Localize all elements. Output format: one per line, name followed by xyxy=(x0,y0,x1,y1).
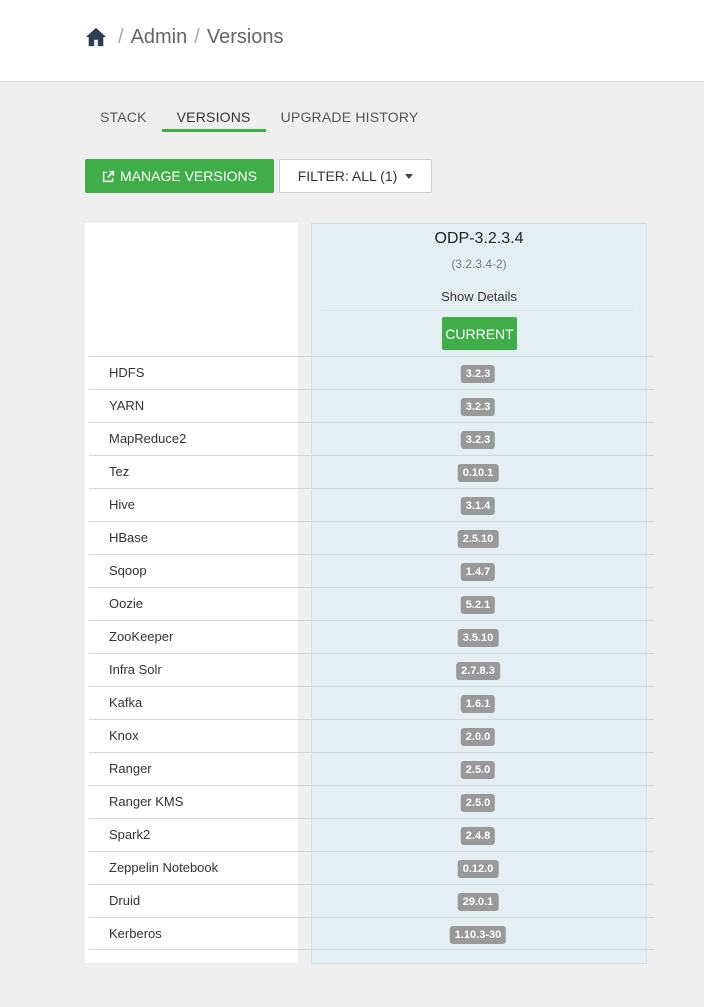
breadcrumb-admin[interactable]: Admin xyxy=(131,26,188,49)
service-name: Zeppelin Notebook xyxy=(109,860,219,875)
table-row: YARN 3.2.3 xyxy=(89,389,654,422)
table-row: Tez 0.10.1 xyxy=(89,455,654,488)
service-name: YARN xyxy=(109,398,145,413)
version-badge: 29.0.1 xyxy=(457,893,499,911)
breadcrumb-versions: Versions xyxy=(206,25,284,48)
table-row: Oozie 5.2.1 xyxy=(89,587,654,620)
version-name: ODP-3.2.3.4 xyxy=(434,230,524,247)
service-name: Ranger KMS xyxy=(109,794,184,809)
table-row: Spark2 2.4.8 xyxy=(89,818,654,851)
version-badge: 2.7.8.3 xyxy=(456,662,500,680)
manage-versions-label: MANAGE VERSIONS xyxy=(120,168,257,184)
table-row: Zeppelin Notebook 0.12.0 xyxy=(89,851,654,884)
version-badge: 2.4.8 xyxy=(460,827,496,845)
version-badge: 3.2.3 xyxy=(460,398,496,416)
version-build: (3.2.3.4-2) xyxy=(451,257,507,271)
filter-label: FILTER: ALL (1) xyxy=(297,168,398,184)
service-name: HDFS xyxy=(109,365,145,380)
table-row: HDFS 3.2.3 xyxy=(89,356,654,389)
table-row: HBase 2.5.10 xyxy=(89,521,654,554)
version-badge: 2.5.0 xyxy=(460,794,496,812)
version-badge: 1.10.3-30 xyxy=(449,926,507,944)
service-name: Druid xyxy=(109,893,141,908)
table-row: Kafka 1.6.1 xyxy=(89,686,654,719)
tab-bar: STACK VERSIONS UPGRADE HISTORY xyxy=(85,104,433,132)
service-name: Hive xyxy=(109,497,136,512)
service-name: Sqoop xyxy=(109,563,147,578)
service-name: HBase xyxy=(109,530,149,545)
external-link-icon xyxy=(102,170,115,182)
breadcrumb-separator: / xyxy=(118,25,124,48)
version-badge: 5.2.1 xyxy=(460,596,496,614)
table-row: Hive 3.1.4 xyxy=(89,488,654,521)
filter-dropdown[interactable]: FILTER: ALL (1) xyxy=(279,159,432,193)
version-badge: 0.12.0 xyxy=(457,860,499,878)
version-badge: 2.5.0 xyxy=(460,761,496,779)
service-name: Tez xyxy=(109,464,130,479)
breadcrumb-separator: / xyxy=(194,25,200,48)
service-name: Kafka xyxy=(109,695,143,710)
service-name: Kerberos xyxy=(109,926,162,941)
service-name: MapReduce2 xyxy=(109,431,187,446)
version-badge: 3.2.3 xyxy=(460,431,496,449)
service-table: HDFS 3.2.3 YARN 3.2.3 MapReduce2 3.2.3 Tez 0… xyxy=(89,356,654,950)
service-name: Knox xyxy=(109,728,139,743)
version-badge: 2.5.10 xyxy=(457,530,499,548)
table-row: ZooKeeper 3.5.10 xyxy=(89,620,654,653)
table-row: Infra Solr 2.7.8.3 xyxy=(89,653,654,686)
manage-versions-button[interactable]: MANAGE VERSIONS xyxy=(85,159,274,193)
table-row: MapReduce2 3.2.3 xyxy=(89,422,654,455)
divider xyxy=(324,310,634,311)
show-details-link[interactable]: Show Details xyxy=(312,289,646,304)
version-badge: 3.1.4 xyxy=(460,497,496,515)
table-row: Sqoop 1.4.7 xyxy=(89,554,654,587)
page-header: / Admin / Versions xyxy=(0,0,704,82)
tab-stack[interactable]: STACK xyxy=(85,104,162,132)
service-name: Infra Solr xyxy=(109,662,162,677)
service-name: Spark2 xyxy=(109,827,151,842)
service-name: ZooKeeper xyxy=(109,629,174,644)
table-row: Druid 29.0.1 xyxy=(89,884,654,917)
tab-versions[interactable]: VERSIONS xyxy=(161,104,266,132)
table-row: Ranger 2.5.0 xyxy=(89,752,654,785)
table-row: Kerberos 1.10.3-30 xyxy=(89,917,654,950)
current-status-button[interactable]: CURRENT xyxy=(442,317,517,350)
version-badge: 3.5.10 xyxy=(457,629,499,647)
tab-upgrade-history[interactable]: UPGRADE HISTORY xyxy=(266,104,434,132)
table-row: Knox 2.0.0 xyxy=(89,719,654,752)
version-badge: 0.10.1 xyxy=(457,464,499,482)
version-badge: 1.4.7 xyxy=(460,563,496,581)
version-badge: 3.2.3 xyxy=(460,365,496,383)
version-badge: 1.6.1 xyxy=(460,695,496,713)
version-badge: 2.0.0 xyxy=(460,728,496,746)
service-name: Ranger xyxy=(109,761,152,776)
breadcrumb: / Admin / Versions xyxy=(85,24,284,50)
service-name: Oozie xyxy=(109,596,143,611)
home-icon[interactable] xyxy=(85,26,107,48)
table-row: Ranger KMS 2.5.0 xyxy=(89,785,654,818)
caret-down-icon xyxy=(405,173,414,179)
